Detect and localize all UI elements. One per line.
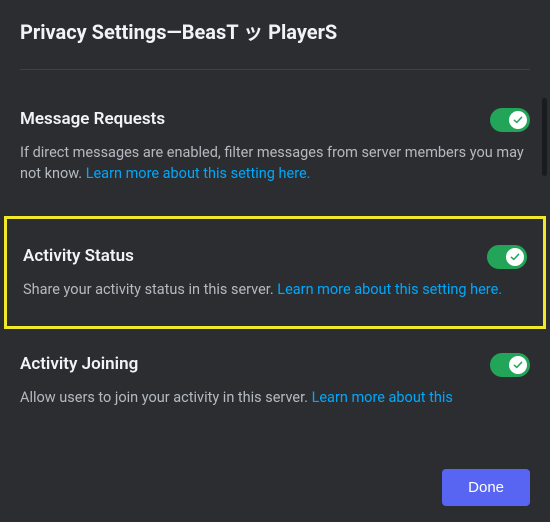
desc-text: Allow users to join your activity in thi… [20,389,312,406]
section-title-message-requests: Message Requests [20,109,165,130]
toggle-knob [509,356,527,374]
section-description: Share your activity status in this serve… [23,279,527,300]
section-description: If direct messages are enabled, filter m… [20,142,530,184]
toggle-knob [506,248,524,266]
learn-more-link[interactable]: Learn more about this [312,389,453,406]
check-icon [512,114,524,126]
section-activity-joining: Activity Joining Allow users to join you… [20,337,530,432]
modal-title: Privacy Settings—BeasT ッ PlayerS [20,20,530,44]
toggle-activity-joining[interactable] [490,353,530,377]
divider [20,69,530,70]
section-header: Activity Status [23,245,527,269]
done-button[interactable]: Done [442,469,530,506]
section-activity-status: Activity Status Share your activity stat… [4,216,546,329]
toggle-knob [509,111,527,129]
toggle-activity-status[interactable] [487,245,527,269]
section-description: Allow users to join your activity in thi… [20,387,530,408]
modal-footer: Done [0,453,550,522]
modal-header: Privacy Settings—BeasT ッ PlayerS [0,0,550,61]
check-icon [512,359,524,371]
desc-text: Share your activity status in this serve… [23,281,277,298]
check-icon [509,251,521,263]
section-title-activity-status: Activity Status [23,246,134,267]
section-header: Activity Joining [20,353,530,377]
privacy-settings-modal: Privacy Settings—BeasT ッ PlayerS Message… [0,0,550,522]
learn-more-link[interactable]: Learn more about this setting here. [86,165,311,182]
section-title-activity-joining: Activity Joining [20,354,138,375]
toggle-message-requests[interactable] [490,108,530,132]
scrollbar-thumb[interactable] [542,98,547,176]
section-message-requests: Message Requests If direct messages are … [20,92,530,208]
learn-more-link[interactable]: Learn more about this setting here. [277,281,502,298]
section-header: Message Requests [20,108,530,132]
